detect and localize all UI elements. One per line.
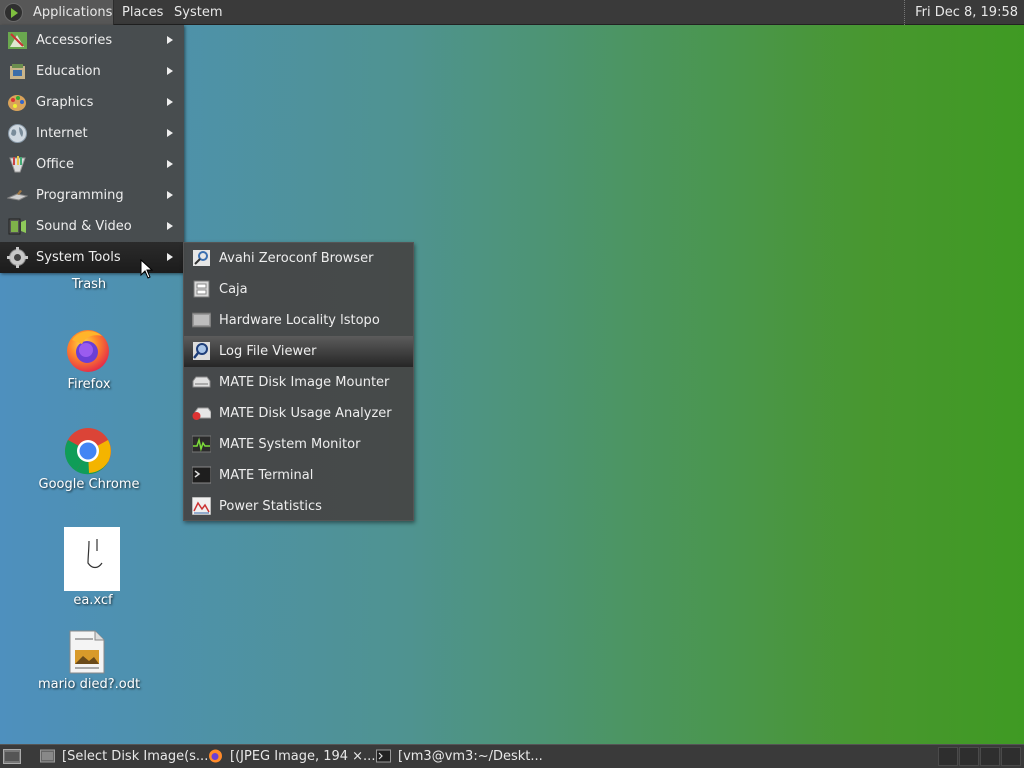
power-statistics-icon bbox=[192, 497, 211, 515]
menu-item-label: Internet bbox=[36, 126, 88, 141]
menu-item-internet[interactable]: Internet bbox=[0, 118, 184, 149]
applications-label: Applications bbox=[33, 5, 113, 20]
menu-item-mate-terminal[interactable]: MATE Terminal bbox=[184, 460, 413, 491]
desktop-icon-trash[interactable]: Trash bbox=[14, 277, 164, 292]
applications-menu: Accessories Education Graphics Internet … bbox=[0, 25, 184, 273]
places-menu-button[interactable]: Places bbox=[122, 0, 163, 25]
applications-menu-button[interactable]: Applications bbox=[0, 0, 114, 25]
menu-item-mate-system-monitor[interactable]: MATE System Monitor bbox=[184, 429, 413, 460]
desktop-icon-odt[interactable]: mario died?.odt bbox=[14, 677, 164, 692]
education-icon bbox=[10, 64, 25, 79]
show-desktop-icon[interactable] bbox=[3, 749, 21, 764]
chevron-right-icon bbox=[167, 222, 173, 230]
xcf-image-icon[interactable] bbox=[64, 527, 120, 591]
caja-icon bbox=[193, 280, 210, 298]
terminal-icon bbox=[376, 749, 391, 763]
menu-item-graphics[interactable]: Graphics bbox=[0, 87, 184, 118]
chevron-right-icon bbox=[167, 98, 173, 106]
chevron-right-icon bbox=[167, 129, 173, 137]
menu-item-label: Office bbox=[36, 157, 74, 172]
chevron-right-icon bbox=[167, 67, 173, 75]
system-menu-button[interactable]: System bbox=[174, 0, 222, 25]
menu-item-avahi-zeroconf-browser[interactable]: Avahi Zeroconf Browser bbox=[184, 243, 413, 274]
workspace-2[interactable] bbox=[959, 747, 979, 766]
menu-item-programming[interactable]: Programming bbox=[0, 180, 184, 211]
taskbar-item-terminal[interactable]: [vm3@vm3:~/Deskt... bbox=[376, 745, 543, 768]
menu-item-label: Avahi Zeroconf Browser bbox=[219, 251, 374, 266]
chrome-icon[interactable] bbox=[64, 427, 112, 475]
disk-window-icon bbox=[40, 749, 55, 763]
mate-logo-icon bbox=[4, 3, 23, 22]
system-tools-submenu: Avahi Zeroconf Browser Caja Hardware Loc… bbox=[183, 242, 414, 521]
menu-item-label: Programming bbox=[36, 188, 124, 203]
log-viewer-icon bbox=[193, 342, 210, 360]
avahi-icon bbox=[193, 250, 210, 266]
office-icon bbox=[9, 156, 26, 173]
graphics-icon bbox=[8, 95, 26, 111]
desktop-icon-chrome[interactable]: Google Chrome bbox=[14, 477, 164, 492]
taskbar-label: [Select Disk Image(s... bbox=[62, 749, 209, 764]
clock[interactable]: Fri Dec 8, 19:58 bbox=[904, 0, 1024, 25]
accessories-icon bbox=[8, 32, 27, 49]
taskbar-item-jpeg-image[interactable]: [(JPEG Image, 194 ×... bbox=[208, 745, 375, 768]
menu-item-label: Accessories bbox=[36, 33, 113, 48]
menu-item-label: MATE Disk Usage Analyzer bbox=[219, 406, 392, 421]
disk-mounter-icon bbox=[192, 376, 211, 388]
menu-item-log-file-viewer[interactable]: Log File Viewer bbox=[184, 336, 413, 367]
system-tools-icon bbox=[7, 247, 28, 268]
menu-item-label: Log File Viewer bbox=[219, 344, 317, 359]
menu-item-label: Education bbox=[36, 64, 101, 79]
menu-item-office[interactable]: Office bbox=[0, 149, 184, 180]
taskbar-label: [(JPEG Image, 194 ×... bbox=[230, 749, 376, 764]
taskbar-label: [vm3@vm3:~/Deskt... bbox=[398, 749, 543, 764]
menu-item-mate-disk-image-mounter[interactable]: MATE Disk Image Mounter bbox=[184, 367, 413, 398]
desktop-icon-xcf[interactable]: ea.xcf bbox=[18, 593, 168, 608]
programming-icon bbox=[7, 190, 28, 201]
odt-document-icon[interactable] bbox=[69, 630, 105, 674]
firefox-icon[interactable] bbox=[64, 326, 112, 374]
system-monitor-icon bbox=[192, 435, 211, 453]
menu-item-label: Graphics bbox=[36, 95, 94, 110]
terminal-icon bbox=[192, 466, 211, 484]
chevron-right-icon bbox=[167, 191, 173, 199]
workspace-3[interactable] bbox=[980, 747, 1000, 766]
taskbar-item-disk-image[interactable]: [Select Disk Image(s... bbox=[40, 745, 208, 768]
menu-item-label: Caja bbox=[219, 282, 248, 297]
mouse-pointer-icon bbox=[140, 259, 154, 279]
workspace-1[interactable] bbox=[938, 747, 958, 766]
sound-video-icon bbox=[8, 218, 26, 235]
menu-item-system-tools[interactable]: System Tools bbox=[0, 242, 184, 273]
chevron-right-icon bbox=[167, 253, 173, 261]
menu-item-label: MATE System Monitor bbox=[219, 437, 361, 452]
chevron-right-icon bbox=[167, 160, 173, 168]
menu-item-mate-disk-usage-analyzer[interactable]: MATE Disk Usage Analyzer bbox=[184, 398, 413, 429]
workspace-4[interactable] bbox=[1001, 747, 1021, 766]
desktop-icon-firefox[interactable]: Firefox bbox=[14, 377, 164, 392]
menu-item-hardware-locality-lstopo[interactable]: Hardware Locality lstopo bbox=[184, 305, 413, 336]
menu-item-label: Power Statistics bbox=[219, 499, 322, 514]
internet-icon bbox=[8, 124, 27, 143]
chevron-right-icon bbox=[167, 36, 173, 44]
menu-item-education[interactable]: Education bbox=[0, 56, 184, 87]
bottom-panel: [Select Disk Image(s... [(JPEG Image, 19… bbox=[0, 744, 1024, 768]
menu-item-label: System Tools bbox=[36, 250, 121, 265]
top-panel: Applications Places System Fri Dec 8, 19… bbox=[0, 0, 1024, 25]
lstopo-icon bbox=[192, 312, 211, 328]
menu-item-label: Sound & Video bbox=[36, 219, 132, 234]
firefox-icon bbox=[209, 749, 222, 763]
menu-item-label: MATE Terminal bbox=[219, 468, 314, 483]
menu-item-power-statistics[interactable]: Power Statistics bbox=[184, 491, 413, 522]
disk-usage-icon bbox=[192, 407, 211, 420]
menu-item-label: Hardware Locality lstopo bbox=[219, 313, 380, 328]
menu-item-sound-video[interactable]: Sound & Video bbox=[0, 211, 184, 242]
menu-item-caja[interactable]: Caja bbox=[184, 274, 413, 305]
menu-item-accessories[interactable]: Accessories bbox=[0, 25, 184, 56]
menu-item-label: MATE Disk Image Mounter bbox=[219, 375, 390, 390]
